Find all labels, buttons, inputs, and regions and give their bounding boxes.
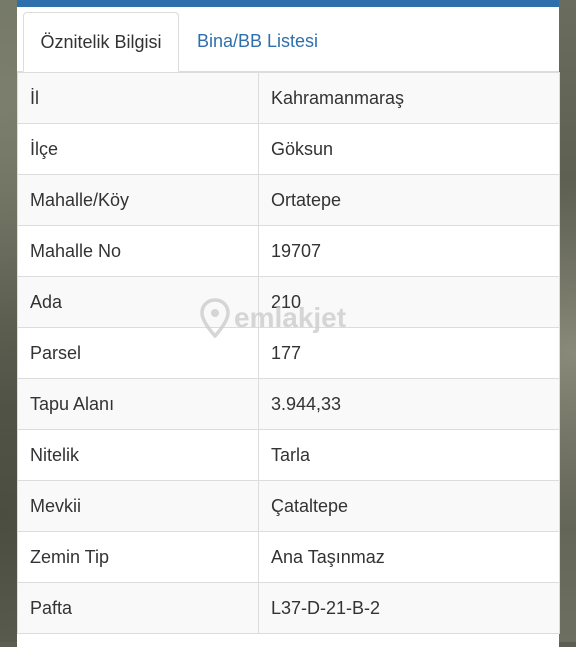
tab-bina-bb-listesi[interactable]: Bina/BB Listesi: [197, 12, 318, 71]
row-key: Ada: [17, 276, 259, 328]
table-row: Zemin Tip Ana Taşınmaz: [17, 531, 560, 583]
table-row: Nitelik Tarla: [17, 429, 560, 481]
row-value: 210: [258, 276, 560, 328]
row-key: İl: [17, 72, 259, 124]
table-row: İlçe Göksun: [17, 123, 560, 175]
row-key: Pafta: [17, 582, 259, 634]
row-key: Tapu Alanı: [17, 378, 259, 430]
attribute-panel: Öznitelik Bilgisi Bina/BB Listesi İl Kah…: [17, 7, 560, 647]
row-key: Nitelik: [17, 429, 259, 481]
table-row: İl Kahramanmaraş: [17, 72, 560, 124]
row-key: Mevkii: [17, 480, 259, 532]
table-row: Mahalle No 19707: [17, 225, 560, 277]
table-row: Mahalle/Köy Ortatepe: [17, 174, 560, 226]
row-value: Ana Taşınmaz: [258, 531, 560, 583]
table-row: Tapu Alanı 3.944,33: [17, 378, 560, 430]
table-row: Parsel 177: [17, 327, 560, 379]
header-bar: [17, 0, 559, 7]
row-value: Kahramanmaraş: [258, 72, 560, 124]
table-row: Mevkii Çataltepe: [17, 480, 560, 532]
row-value: 3.944,33: [258, 378, 560, 430]
row-key: İlçe: [17, 123, 259, 175]
row-value: Göksun: [258, 123, 560, 175]
row-key: Parsel: [17, 327, 259, 379]
tab-bar: Öznitelik Bilgisi Bina/BB Listesi: [17, 7, 559, 72]
row-value: 19707: [258, 225, 560, 277]
tab-oznitelik-bilgisi[interactable]: Öznitelik Bilgisi: [23, 12, 179, 72]
row-value: Çataltepe: [258, 480, 560, 532]
table-row: Pafta L37-D-21-B-2: [17, 582, 560, 634]
row-value: 177: [258, 327, 560, 379]
row-key: Mahalle/Köy: [17, 174, 259, 226]
row-value: Ortatepe: [258, 174, 560, 226]
row-key: Mahalle No: [17, 225, 259, 277]
row-value: L37-D-21-B-2: [258, 582, 560, 634]
row-value: Tarla: [258, 429, 560, 481]
row-key: Zemin Tip: [17, 531, 259, 583]
attribute-table: İl Kahramanmaraş İlçe Göksun Mahalle/Köy…: [17, 72, 560, 634]
table-row: Ada 210: [17, 276, 560, 328]
